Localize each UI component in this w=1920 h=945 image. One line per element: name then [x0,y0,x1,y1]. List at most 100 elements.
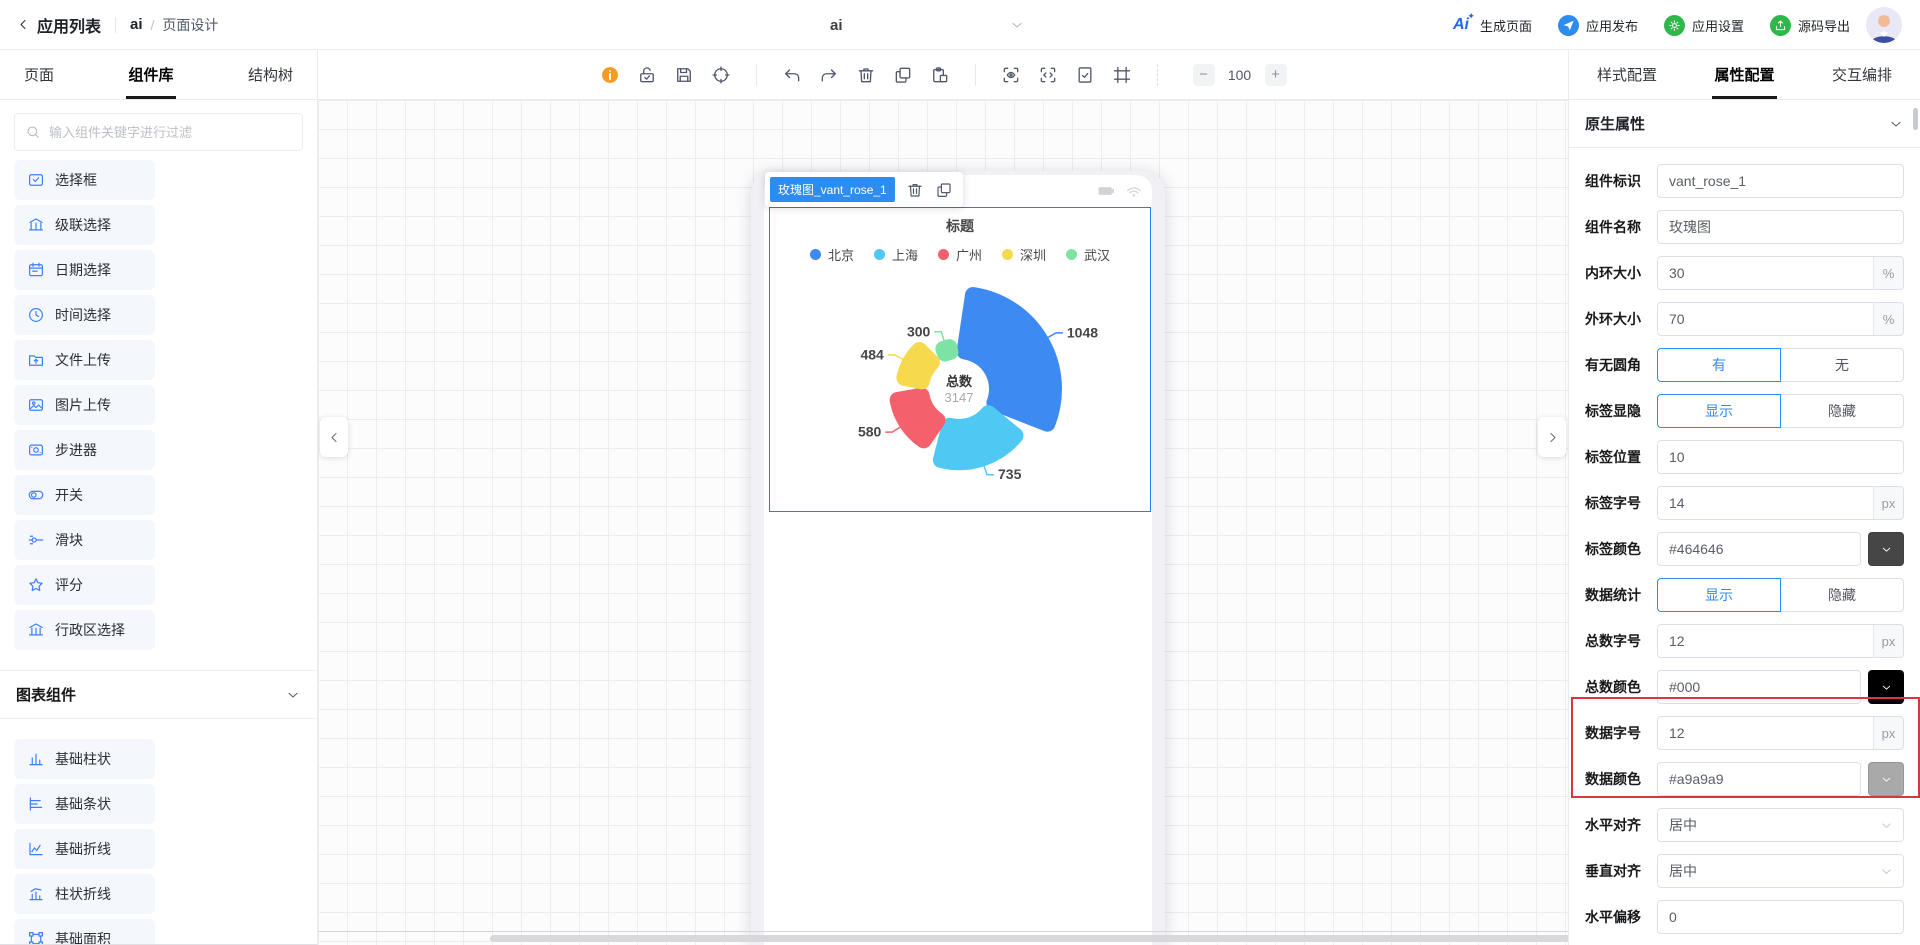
toggle-有无圆角: 有无 [1657,348,1904,382]
input-内环大小[interactable]: 30% [1657,256,1904,290]
header-action-settings[interactable]: 应用设置 [1664,15,1744,36]
trash-icon[interactable] [856,65,876,85]
field-value: #464646 [1658,541,1860,557]
field-label: 外环大小 [1585,309,1657,329]
component-item-label: 步进器 [55,440,97,460]
component-item-基础条状[interactable]: 基础条状 [14,784,155,824]
canvas-boundary-line [318,931,1568,932]
select-水平对齐[interactable]: 居中 [1657,808,1904,842]
sidebar-tab-组件库[interactable]: 组件库 [126,50,175,99]
page-selector-dropdown[interactable]: ai [830,0,1025,50]
inspector-scrollbar[interactable] [1913,108,1918,130]
page-check-icon[interactable] [1075,65,1095,85]
horizontal-scrollbar[interactable] [490,935,1568,942]
component-item-label: 基础条状 [55,794,111,814]
sidebar-tab-结构树[interactable]: 结构树 [246,50,295,99]
component-item-基础柱状[interactable]: 基础柱状 [14,739,155,779]
native-props-section-header[interactable]: 原生属性 [1569,100,1920,148]
collapse-sidebar-button[interactable] [320,417,348,457]
field-control: 显示隐藏 [1657,394,1904,428]
input-标签颜色[interactable]: #464646 [1657,532,1861,566]
input-标签位置[interactable]: 10 [1657,440,1904,474]
toggle-option-隐藏[interactable]: 隐藏 [1780,578,1904,612]
component-search [14,113,303,151]
field-row-标签位置: 标签位置10 [1585,440,1904,474]
inspector-tab-属性配置[interactable]: 属性配置 [1712,50,1776,99]
input-组件标识[interactable]: vant_rose_1 [1657,164,1904,198]
input-总数颜色[interactable]: #000 [1657,670,1861,704]
component-item-基础面积[interactable]: 基础面积 [14,919,155,945]
preview-icon[interactable] [1001,65,1021,85]
unlock-icon[interactable] [637,65,657,85]
component-item-图片上传[interactable]: 图片上传 [14,385,155,425]
delete-component-icon[interactable] [906,181,924,199]
input-数据字号[interactable]: 12px [1657,716,1904,750]
zoom-out-button[interactable]: − [1193,64,1215,86]
legend-label: 上海 [892,245,918,264]
zoom-in-button[interactable]: + [1265,64,1287,86]
back-button[interactable]: 应用列表 [16,13,101,37]
input-组件名称[interactable]: 玫瑰图 [1657,210,1904,244]
component-item-柱状折线[interactable]: 柱状折线 [14,874,155,914]
input-总数字号[interactable]: 12px [1657,624,1904,658]
component-item-评分[interactable]: 评分 [14,565,155,605]
component-item-步进器[interactable]: 步进器 [14,430,155,470]
component-item-选择框[interactable]: 选择框 [14,160,155,200]
color-swatch-数据颜色[interactable] [1868,762,1904,796]
color-swatch-总数颜色[interactable] [1868,670,1904,704]
inspector-tab-交互编排[interactable]: 交互编排 [1830,50,1894,99]
copy-component-icon[interactable] [935,181,953,199]
info-icon[interactable] [600,65,620,85]
selected-component-tag[interactable]: 玫瑰图_vant_rose_1 [770,177,895,202]
frame-icon[interactable] [1112,65,1132,85]
sidebar-tab-页面[interactable]: 页面 [22,50,56,99]
component-item-文件上传[interactable]: 文件上传 [14,340,155,380]
undo-icon[interactable] [782,65,802,85]
section-header-图表组件[interactable]: 图表组件 [0,671,317,719]
toggle-option-无[interactable]: 无 [1780,348,1904,382]
slider-icon [27,531,45,549]
breadcrumb-app[interactable]: ai [130,16,143,33]
field-label: 数据字号 [1585,723,1657,743]
component-item-label: 选择框 [55,170,97,190]
toggle-option-显示[interactable]: 显示 [1657,578,1781,612]
search-input[interactable] [49,125,292,140]
component-item-级联选择[interactable]: 级联选择 [14,205,155,245]
unit-suffix: % [1873,303,1903,335]
component-item-滑块[interactable]: 滑块 [14,520,155,560]
toggle-option-隐藏[interactable]: 隐藏 [1780,394,1904,428]
legend-dot [874,249,885,260]
paste-icon[interactable] [930,65,950,85]
field-row-外环大小: 外环大小70% [1585,302,1904,336]
save-icon[interactable] [674,65,694,85]
component-item-日期选择[interactable]: 日期选择 [14,250,155,290]
input-标签字号[interactable]: 14px [1657,486,1904,520]
toggle-option-有[interactable]: 有 [1657,348,1781,382]
select-垂直对齐[interactable]: 居中 [1657,854,1904,888]
rose-chart-component[interactable]: 标题 北京上海广州深圳武汉 1048735580484300总数3147 [769,207,1151,512]
color-swatch-标签颜色[interactable] [1868,532,1904,566]
inspector-tabs: 样式配置 属性配置 交互编排 [1568,50,1920,99]
design-canvas[interactable]: 标题 北京上海广州深圳武汉 1048735580484300总数3147 玫瑰图… [318,100,1568,945]
collapse-inspector-button[interactable] [1538,417,1566,457]
input-数据颜色[interactable]: #a9a9a9 [1657,762,1861,796]
component-item-基础折线[interactable]: 基础折线 [14,829,155,869]
input-水平偏移[interactable]: 0 [1657,900,1904,934]
field-row-数据统计: 数据统计显示隐藏 [1585,578,1904,612]
avatar[interactable] [1866,7,1902,43]
component-item-时间选择[interactable]: 时间选择 [14,295,155,335]
redo-icon[interactable] [819,65,839,85]
component-item-行政区选择[interactable]: 行政区选择 [14,610,155,650]
district-icon [27,621,45,639]
copy-icon[interactable] [893,65,913,85]
toggle-option-显示[interactable]: 显示 [1657,394,1781,428]
inspector-tab-样式配置[interactable]: 样式配置 [1595,50,1659,99]
input-外环大小[interactable]: 70% [1657,302,1904,336]
header-action-generate-page[interactable]: Ai✦生成页面 [1453,16,1532,35]
code-icon[interactable] [1038,65,1058,85]
component-item-开关[interactable]: 开关 [14,475,155,515]
header-action-export[interactable]: 源码导出 [1770,15,1850,36]
header-action-publish[interactable]: 应用发布 [1558,15,1638,36]
target-icon[interactable] [711,65,731,85]
component-item-label: 开关 [55,485,83,505]
